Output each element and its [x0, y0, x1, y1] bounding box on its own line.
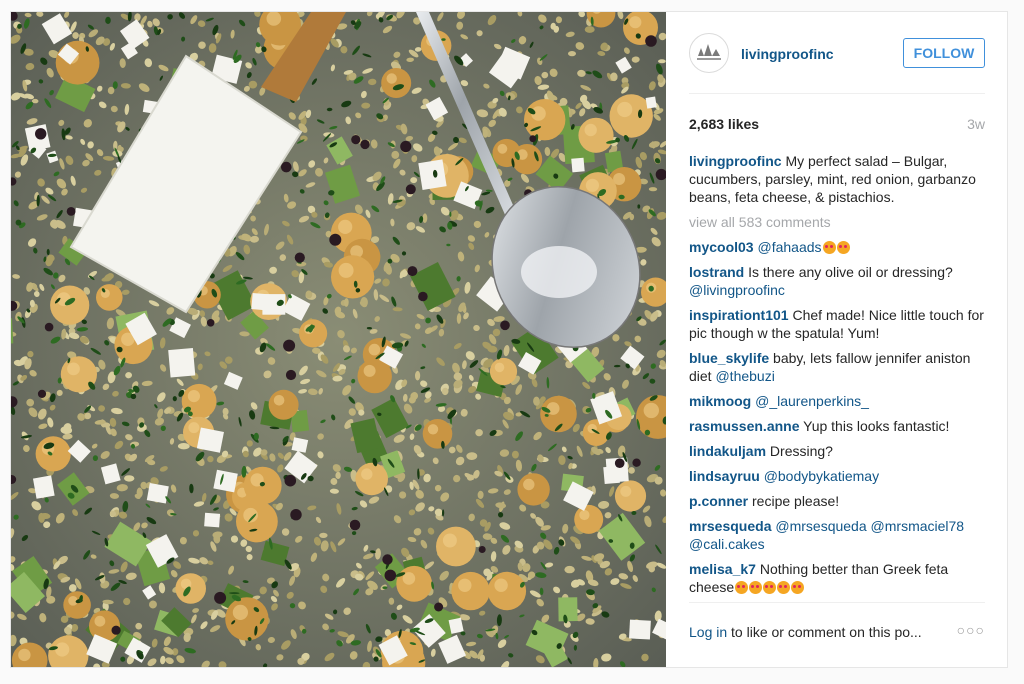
divider: [689, 602, 985, 603]
likes-count[interactable]: 2,683 likes: [689, 116, 759, 132]
comment-item: rasmussen.anne Yup this looks fantastic!: [689, 417, 985, 435]
likes-row: 2,683 likes 3w: [689, 116, 985, 136]
comments-list[interactable]: livingproofinc My perfect salad – Bulgar…: [689, 152, 985, 600]
comment-item: inspirationt101 Chef made! Nice little t…: [689, 306, 985, 342]
avatar[interactable]: [689, 33, 729, 73]
comment-item: mikmoog @_laurenperkins_: [689, 392, 985, 410]
divider: [689, 93, 985, 94]
comment-item: lindsayruu @bodybykatiemay: [689, 467, 985, 485]
comment-item: lindakuljam Dressing?: [689, 442, 985, 460]
heart-eyes-emoji-icon: [763, 581, 777, 594]
post-footer: Log in to like or comment on this po... …: [689, 622, 985, 644]
comment-username[interactable]: lindsayruu: [689, 468, 760, 484]
mention-link[interactable]: @cali.cakes: [689, 536, 765, 552]
comment-item: lostrand Is there any olive oil or dress…: [689, 263, 985, 299]
mention-link[interactable]: @mrsesqueda: [775, 518, 866, 534]
heart-eyes-emoji-icon: [791, 581, 805, 594]
mention-link[interactable]: @bodybykatiemay: [764, 468, 879, 484]
mention-link[interactable]: @livingproofinc: [689, 282, 785, 298]
mention-link[interactable]: @fahaads: [757, 239, 821, 255]
follow-button[interactable]: FOLLOW: [903, 38, 985, 68]
heart-eyes-emoji-icon: [836, 241, 850, 254]
login-prompt-text: to like or comment on this po...: [727, 624, 922, 640]
comment-username[interactable]: melisa_k7: [689, 561, 756, 577]
login-link[interactable]: Log in: [689, 624, 727, 640]
heart-eyes-emoji-icon: [749, 581, 763, 594]
username-link[interactable]: livingproofinc: [741, 46, 834, 62]
living-proof-logo: [691, 35, 727, 71]
post-sidebar: livingproofinc FOLLOW 2,683 likes 3w liv…: [667, 12, 1007, 667]
comment-username[interactable]: lostrand: [689, 264, 744, 280]
comment-text: Is there any olive oil or dressing?: [748, 264, 953, 280]
instagram-post: livingproofinc FOLLOW 2,683 likes 3w liv…: [10, 11, 1008, 668]
comment-username[interactable]: mikmoog: [689, 393, 751, 409]
comment-item: melisa_k7 Nothing better than Greek feta…: [689, 560, 985, 596]
comment-username[interactable]: mycool03: [689, 239, 754, 255]
post-photo[interactable]: [11, 12, 666, 667]
comment-username[interactable]: inspirationt101: [689, 307, 789, 323]
comment-username[interactable]: blue_skylife: [689, 350, 769, 366]
comment-text: Yup this looks fantastic!: [803, 418, 950, 434]
comment-username[interactable]: lindakuljam: [689, 443, 766, 459]
mention-link[interactable]: @thebuzi: [715, 368, 774, 384]
mention-link[interactable]: @_laurenperkins_: [755, 393, 869, 409]
heart-eyes-emoji-icon: [735, 581, 749, 594]
caption: livingproofinc My perfect salad – Bulgar…: [689, 152, 985, 206]
heart-eyes-emoji-icon: [777, 581, 791, 594]
comment-item: mrsesqueda @mrsesqueda @mrsmaciel78 @cal…: [689, 517, 985, 553]
mention-link[interactable]: @mrsmaciel78: [871, 518, 965, 534]
comment-username[interactable]: p.conner: [689, 493, 748, 509]
comment-username[interactable]: mrsesqueda: [689, 518, 771, 534]
comment-item: p.conner recipe please!: [689, 492, 985, 510]
view-all-comments-link[interactable]: view all 583 comments: [689, 213, 985, 231]
salad-bowl-photo: [11, 12, 666, 667]
comment-username[interactable]: rasmussen.anne: [689, 418, 800, 434]
post-header: livingproofinc FOLLOW: [689, 28, 985, 90]
heart-eyes-emoji-icon: [822, 241, 836, 254]
comment-item: blue_skylife baby, lets fallow jennifer …: [689, 349, 985, 385]
caption-username[interactable]: livingproofinc: [689, 153, 782, 169]
comment-text: Dressing?: [769, 443, 833, 459]
comment-item: mycool03 @fahaads: [689, 238, 985, 256]
more-options-button[interactable]: ○○○: [957, 622, 985, 638]
comment-text: recipe please!: [752, 493, 840, 509]
timestamp[interactable]: 3w: [967, 116, 985, 132]
